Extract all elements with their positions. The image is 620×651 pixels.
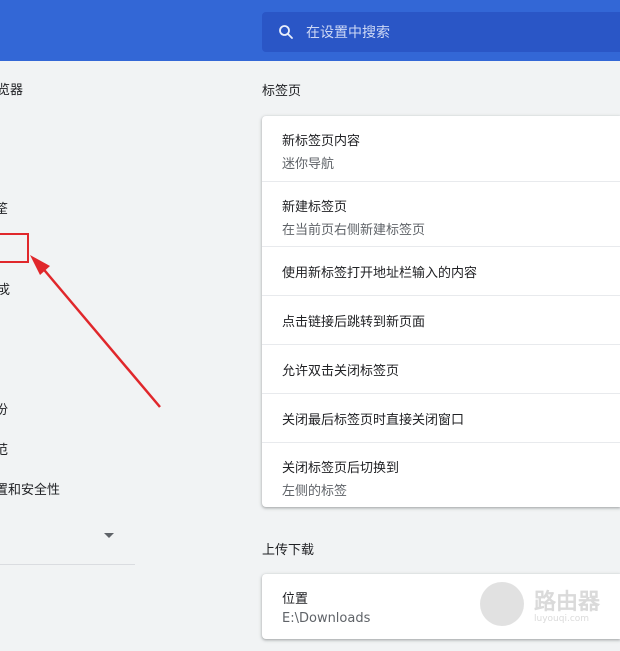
router-icon bbox=[480, 582, 524, 626]
sidebar-item-7[interactable]: 份 bbox=[0, 399, 8, 418]
setting-row-new-tab-content[interactable]: 新标签页内容 迷你导航 bbox=[262, 116, 620, 181]
watermark-text: 路由器 bbox=[534, 589, 601, 615]
search-input[interactable]: 在设置中搜索 bbox=[306, 22, 390, 42]
setting-label: 新建标签页 bbox=[282, 200, 348, 215]
setting-row-close-last-tab[interactable]: 关闭最后标签页时直接关闭窗口 bbox=[262, 393, 620, 442]
setting-label: 允许双击关闭标签页 bbox=[282, 363, 400, 379]
tabs-settings-card: 新标签页内容 迷你导航 新建标签页 在当前页右侧新建标签页 使用新标签打开地址栏… bbox=[262, 116, 620, 507]
setting-label: 关闭最后标签页时直接关闭窗口 bbox=[282, 412, 465, 428]
setting-row-new-tab-position[interactable]: 新建标签页 在当前页右侧新建标签页 bbox=[262, 181, 620, 246]
section-title-tabs: 标签页 bbox=[262, 84, 302, 99]
setting-label: 关闭标签页后切换到 bbox=[282, 461, 400, 476]
setting-label: 点击链接后跳转到新页面 bbox=[282, 314, 426, 330]
sidebar-item-privacy-security[interactable]: 置和安全性 bbox=[0, 479, 60, 498]
setting-row-open-address-new-tab[interactable]: 使用新标签打开地址栏输入的内容 bbox=[262, 246, 620, 295]
setting-label: 新标签页内容 bbox=[282, 134, 361, 149]
setting-label: 使用新标签打开地址栏输入的内容 bbox=[282, 265, 478, 281]
header-bar: 在设置中搜索 bbox=[0, 0, 620, 61]
setting-row-double-click-close[interactable]: 允许双击关闭标签页 bbox=[262, 344, 620, 393]
settings-search-box[interactable]: 在设置中搜索 bbox=[262, 12, 620, 52]
sidebar-divider bbox=[0, 564, 135, 565]
annotation-highlight-box bbox=[0, 233, 29, 263]
setting-row-link-jump[interactable]: 点击链接后跳转到新页面 bbox=[262, 295, 620, 344]
sidebar-item-8[interactable]: 范 bbox=[0, 439, 8, 458]
section-title-downloads: 上传下载 bbox=[262, 543, 315, 558]
setting-row-after-close-switch[interactable]: 关闭标签页后切换到 左侧的标签 bbox=[262, 442, 620, 507]
setting-value: 在当前页右侧新建标签页 bbox=[282, 223, 426, 238]
sidebar-item-browser[interactable]: 览器 bbox=[0, 79, 23, 98]
setting-value: 迷你导航 bbox=[282, 157, 335, 172]
settings-sidebar: 览器 筌 戓 份 范 置和安全性 bbox=[0, 61, 140, 651]
watermark-subtext: luyouqi.com bbox=[534, 614, 590, 624]
sidebar-item-5[interactable]: 戓 bbox=[0, 279, 10, 298]
sidebar-item-3[interactable]: 筌 bbox=[0, 198, 8, 217]
watermark-logo: 路由器 luyouqi.com bbox=[476, 560, 620, 640]
setting-value: 左侧的标签 bbox=[282, 484, 348, 499]
chevron-down-icon[interactable] bbox=[104, 533, 114, 538]
search-icon bbox=[279, 25, 293, 39]
